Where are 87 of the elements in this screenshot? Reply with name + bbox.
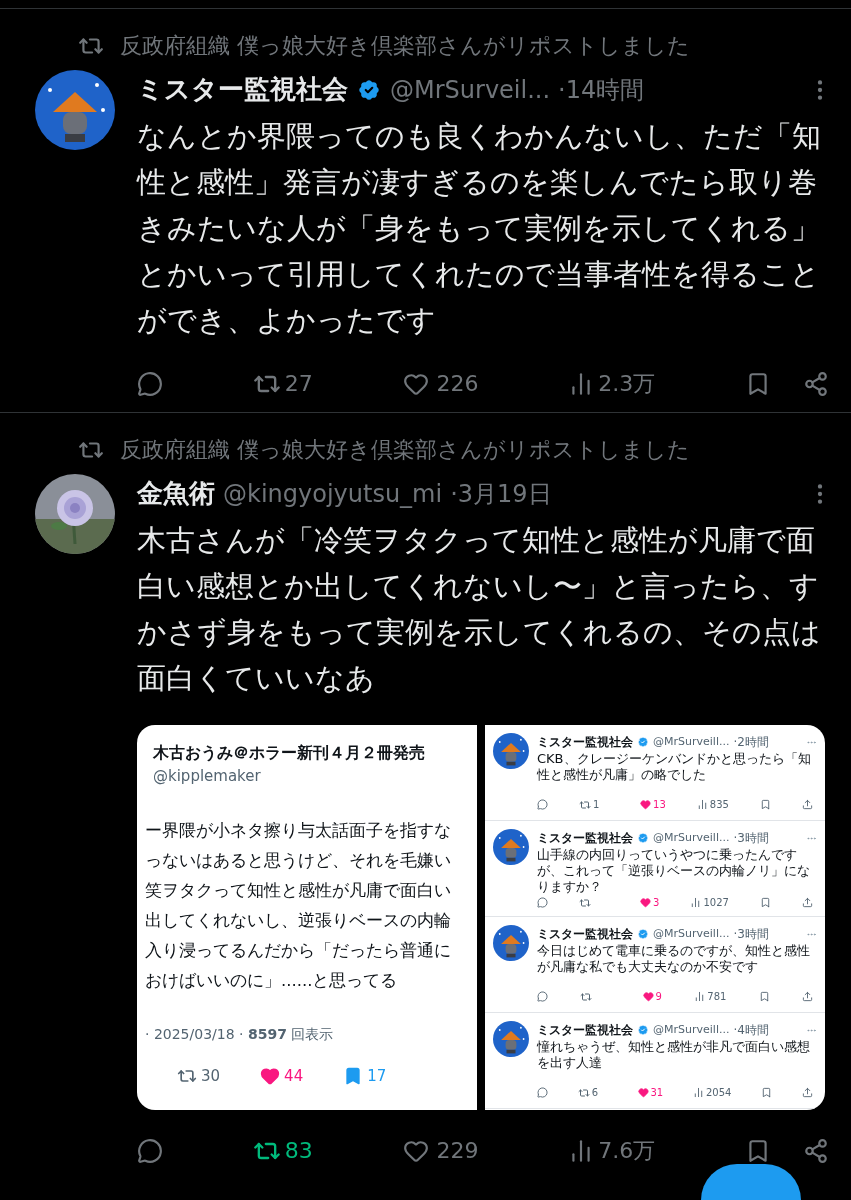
post-text: 山手線の内回りっていうやつに乗ったんですが、これって「逆張りベースの内輪ノリ」になりますか？ [537,847,811,895]
view-count: 781 [694,989,727,1004]
post-time: ·2時間 [733,734,769,751]
verified-icon [637,928,649,940]
repost-count: 1 [579,797,600,812]
author-handle[interactable]: @kingyojyutsu_mi [223,475,443,512]
repost-icon [579,798,592,811]
view-count: 835 [696,797,729,812]
post-text: 今日はじめて電車に乗るのですが、知性と感性が凡庸な私でも大丈夫なのか不安です [537,943,811,975]
post-text: CKB、クレージーケンバンドかと思ったら「知性と感性が凡庸」の略でした [537,751,812,783]
like-count: 3 [640,895,660,910]
post-text-line: ー界隈が小ネタ擦り与太話面子を指すな [145,819,452,842]
like-count: 31 [637,1085,664,1100]
post-text-line: 出してくれないし、逆張りベースの内輪 [145,909,452,932]
share-icon [801,1087,813,1098]
reply-icon [537,1087,548,1098]
view-count: 2054 [693,1085,732,1100]
author-handle: @MrSurveill... [653,829,730,846]
bookmark-icon [761,1087,773,1098]
repost-button[interactable]: 27 [252,367,313,400]
author-handle: @MrSurveill... [653,925,730,942]
views-button[interactable]: 7.6万 [568,1134,656,1167]
bar-chart-icon [694,991,706,1002]
bar-chart-icon [690,897,702,908]
like-button[interactable]: 226 [402,367,479,400]
post-text-line: 入り浸ってるんだから「だったら普通に [145,939,452,962]
post-meta: · 2025/03/18 · 8597 回表示 [145,1024,335,1044]
share-icon [801,991,813,1002]
share-icon [802,799,813,810]
heart-icon [642,991,654,1002]
bookmark-icon [759,799,771,810]
like-count: 44 [260,1064,304,1087]
view-count: 1027 [690,895,729,910]
author-handle[interactable]: @MrSurveil... [390,71,551,108]
post-text-line: おけばいいのに」......と思ってる [145,969,399,992]
heart-icon [640,799,652,810]
heart-icon [637,1087,649,1098]
verified-icon [637,832,649,844]
bar-chart-icon [693,1087,704,1098]
author-name: 木古おうみ＠ホラー新刊４月２冊発売 [153,742,426,764]
post-text: 憧れちゃうぜ、知性と感性が非凡で面白い感想を出す人達 [537,1039,811,1071]
reply-icon [537,799,548,810]
repost-banner[interactable]: 反政府組織 僕っ娘大好き倶楽部さんがリポストしました [120,433,690,466]
bookmark-icon [759,897,771,908]
heart-icon [640,897,652,908]
share-icon[interactable] [803,1137,829,1164]
post-text-line: 笑ヲタクって知性と感性が凡庸で面白い [145,879,452,902]
reply-icon [537,991,548,1002]
bookmark-icon [758,991,770,1002]
repost-icon [580,990,593,1003]
like-count: 13 [640,797,666,812]
heart-icon [260,1065,281,1086]
author-handle: @MrSurveill... [653,1021,730,1038]
repost-count: 30 [177,1064,221,1087]
author-handle: @MrSurveill... [653,733,730,750]
bar-chart-icon [696,799,708,810]
repost-count: 6 [577,1085,599,1100]
author-name: ミスター監視社会 [537,1022,633,1039]
repost-icon [577,1086,590,1099]
repost-icon [579,896,592,909]
post-text: 木古さんが「冷笑ヲタクって知性と感性が凡庸で面白い感想とか出してくれないし〜」と言ったら、すかさず身をもって実例を示してくれるの、その点は面白くていいなあ [137,522,822,697]
author-name: ミスター監視社会 [537,926,633,943]
verified-icon [637,1024,649,1036]
like-count: 9 [642,989,662,1004]
author-name: ミスター監視社会 [537,734,633,751]
post-text: なんとか界隈ってのも良くわかんないし、ただ「知性と感性」発言が凄すぎるのを楽しんでたら取り巻きみたいな人が「身をもって実例を示してくれる」とかいって引用してくれたので当事者性を得ることができ、よかったです [137,118,822,339]
reply-icon [537,897,548,908]
post-time: ·4時間 [733,1022,769,1039]
views-button[interactable]: 2.3万 [568,367,656,400]
verified-icon [637,736,649,748]
author-name[interactable]: ミスター監視社会 [137,70,348,109]
post-text-line: っないはあると思うけど、それを毛嫌い [145,849,452,872]
reply-icon[interactable] [137,370,163,397]
author-name: ミスター監視社会 [537,830,633,847]
post-time: ·14時間 [558,74,645,106]
share-icon [802,897,813,908]
post-time: ·3月19日 [450,478,552,510]
share-icon[interactable] [803,370,829,397]
bookmark-count: 17 [343,1064,387,1087]
author-handle: @kipplemaker [153,766,262,787]
post-time: ·3時間 [733,830,769,847]
author-name[interactable]: 金魚術 [137,474,215,513]
repost-button[interactable]: 83 [252,1134,313,1167]
repost-banner[interactable]: 反政府組織 僕っ娘大好き倶楽部さんがリポストしました [120,29,690,62]
like-button[interactable]: 229 [402,1134,479,1167]
reply-icon[interactable] [137,1137,163,1164]
post-time: ·3時間 [733,926,769,943]
